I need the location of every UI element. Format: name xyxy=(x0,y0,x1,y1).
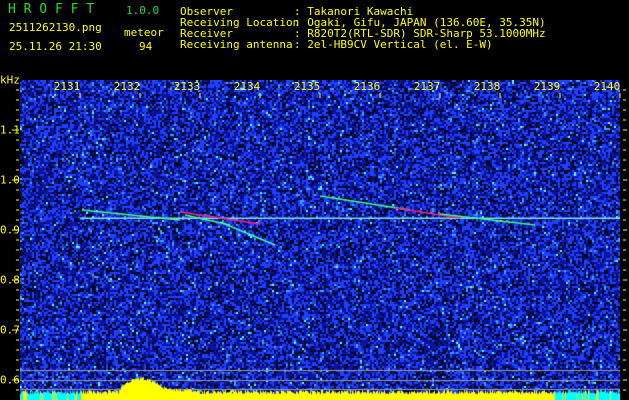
x-tick-label: 2138 xyxy=(473,80,501,93)
y-tick-label: 0.7 xyxy=(0,323,20,337)
y-tick-label: 0.6 xyxy=(0,373,20,387)
x-tick-label: 2134 xyxy=(233,80,261,93)
x-tick-label: 2137 xyxy=(413,80,441,93)
x-tick-label: 2131 xyxy=(53,80,81,93)
y-axis-unit: kHz xyxy=(0,73,20,87)
x-tick-label: 2133 xyxy=(173,80,201,93)
x-tick-label: 2132 xyxy=(113,80,141,93)
x-tick-label: 2139 xyxy=(533,80,561,93)
x-tick-label: 2135 xyxy=(293,80,321,93)
y-tick-label: 1.1 xyxy=(0,123,20,137)
spectrogram-overlay xyxy=(12,89,627,391)
y-tick-label: 0.9 xyxy=(0,223,20,237)
y-tick-label: 0.8 xyxy=(0,273,20,287)
y-tick-label: 1.0 xyxy=(0,173,20,187)
x-tick-label: 2140 xyxy=(593,80,621,93)
x-tick-label: 2136 xyxy=(353,80,381,93)
